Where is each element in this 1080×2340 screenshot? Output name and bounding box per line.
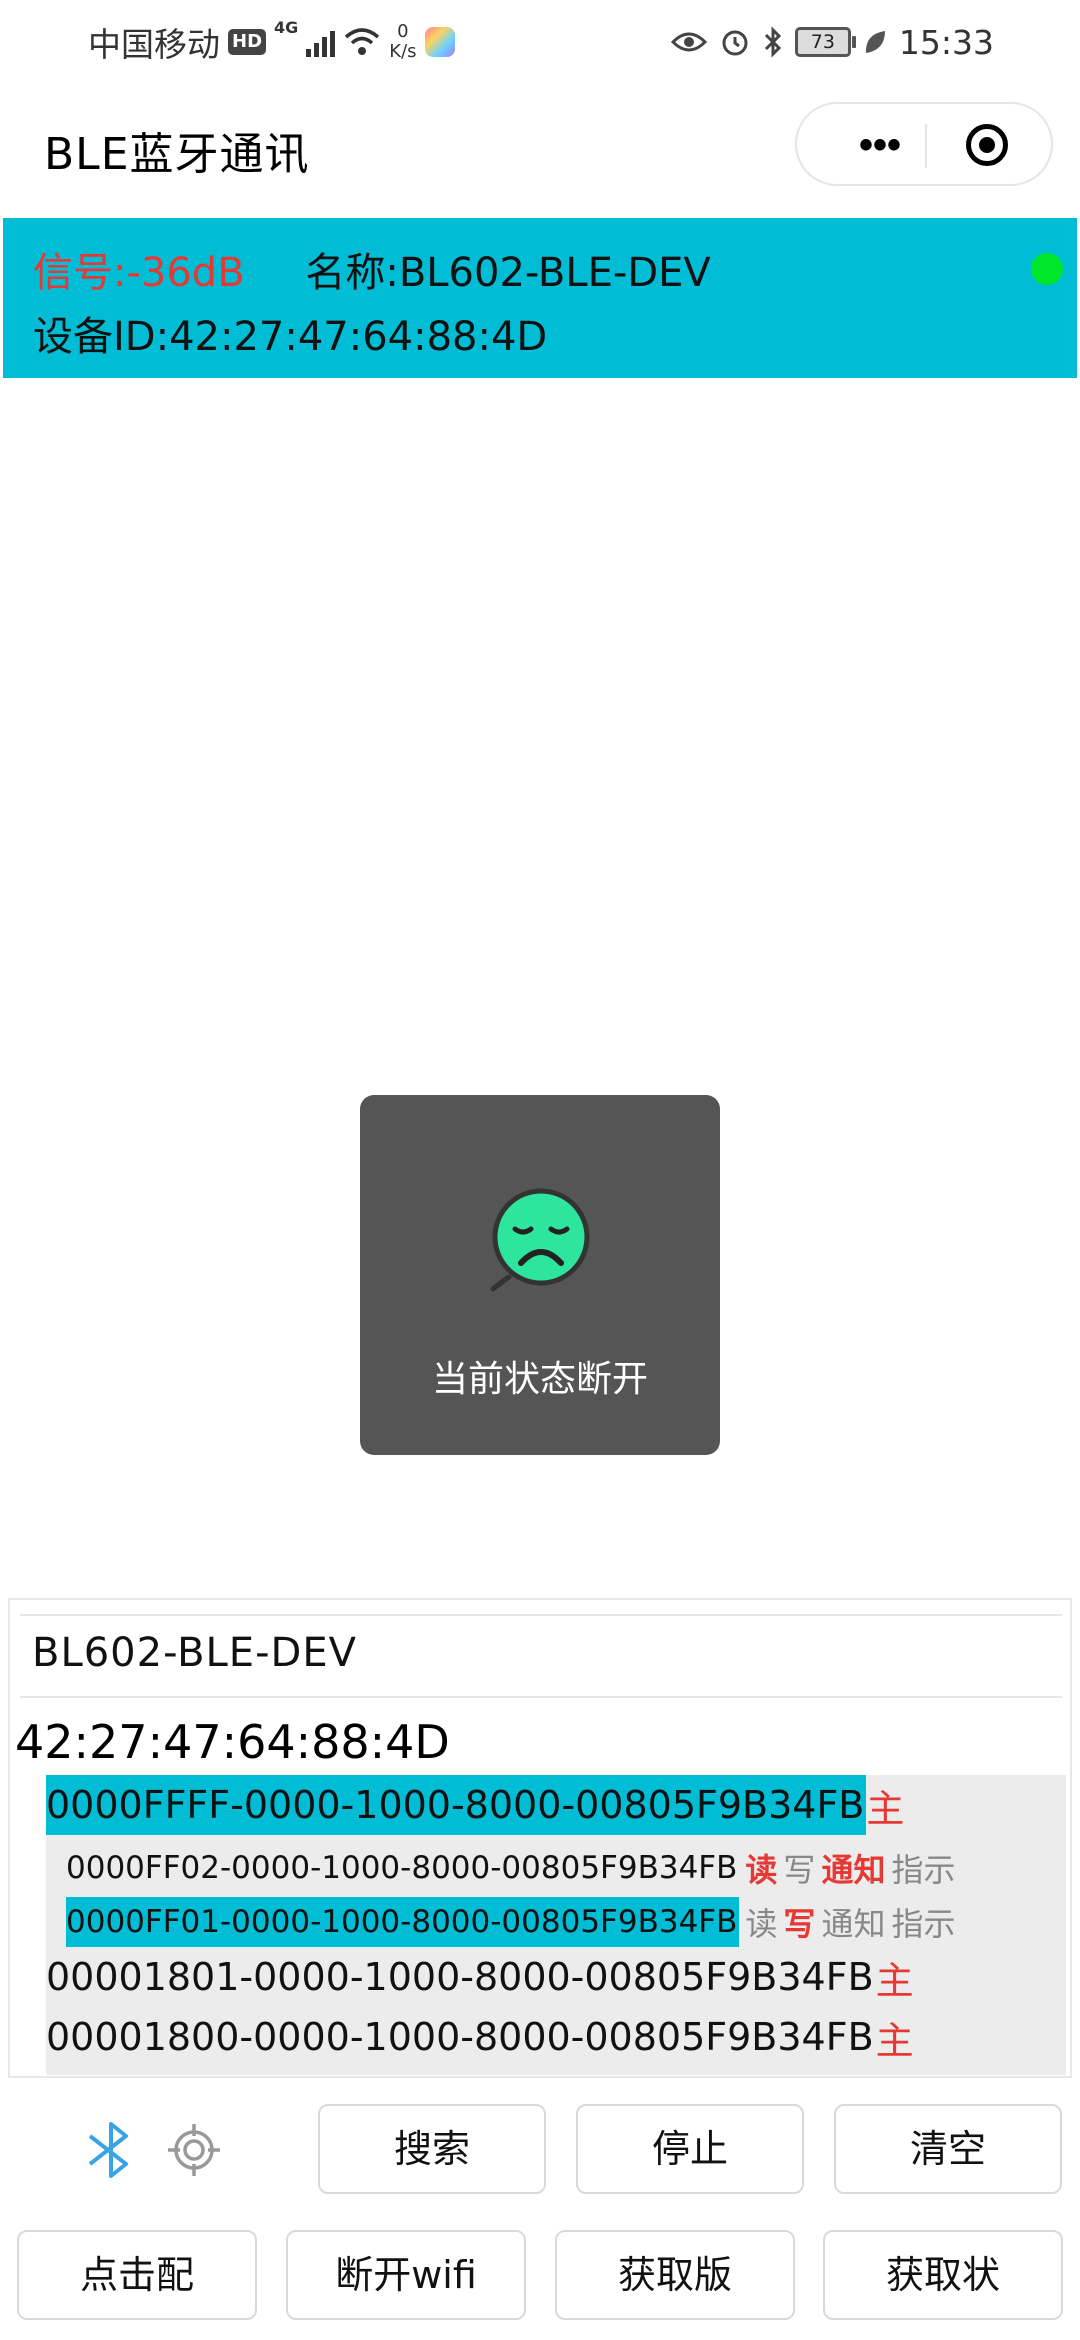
prop-notify-button[interactable]: 通知 xyxy=(821,1899,885,1945)
carrier-label: 中国移动 xyxy=(88,25,220,64)
primary-service-tag: 主 xyxy=(866,1786,905,1831)
search-button[interactable]: 搜索 xyxy=(318,2104,546,2194)
services-list: 0000FFFF-0000-1000-8000-00805F9B34FB 主 0… xyxy=(46,1775,1066,2075)
get-status-button[interactable]: 获取状 xyxy=(823,2230,1063,2320)
page-title: BLE蓝牙通讯 xyxy=(44,129,310,180)
prop-notify-button[interactable]: 通知 xyxy=(821,1845,885,1891)
hd-badge: HD xyxy=(228,29,267,55)
app-notification-icon xyxy=(424,27,455,57)
disconnect-wifi-button[interactable]: 断开wifi xyxy=(286,2230,526,2320)
alarm-icon xyxy=(722,30,748,56)
prop-read-button[interactable]: 读 xyxy=(745,1845,777,1891)
characteristic-uuid: 0000FF01-0000-1000-8000-00805F9B34FB xyxy=(66,1897,740,1947)
battery-icon: 73 xyxy=(794,27,856,57)
miniprogram-capsule: ••• xyxy=(795,102,1053,186)
navigation-bar: BLE蓝牙通讯 ••• xyxy=(0,84,1080,212)
status-toast: 当前状态断开 xyxy=(360,1095,720,1455)
service-uuid: 0000FFFF-0000-1000-8000-00805F9B34FB xyxy=(46,1775,867,1835)
sad-face-icon xyxy=(490,1188,590,1292)
prop-write-button[interactable]: 写 xyxy=(783,1845,815,1891)
primary-service-tag: 主 xyxy=(875,2018,914,2063)
connected-device-header[interactable]: 信号:-36dB 名称:BL602-BLE-DEV 设备ID:42:27:47:… xyxy=(3,218,1077,378)
prop-indicate-button[interactable]: 指示 xyxy=(891,1845,955,1891)
status-bar: 中国移动 HD 4G 0 K/s 73 15:33 xyxy=(0,0,1080,84)
device-info-line: 信号:-36dB 名称:BL602-BLE-DEV xyxy=(33,240,711,298)
pair-button[interactable]: 点击配 xyxy=(17,2230,257,2320)
get-version-button[interactable]: 获取版 xyxy=(555,2230,795,2320)
stop-button[interactable]: 停止 xyxy=(576,2104,804,2194)
service-row[interactable]: 00001800-0000-1000-8000-00805F9B34FB 主 xyxy=(46,2007,914,2067)
wifi-icon xyxy=(345,28,380,55)
service-uuid: 00001800-0000-1000-8000-00805F9B34FB xyxy=(46,2015,874,2059)
characteristic-row[interactable]: 0000FF02-0000-1000-8000-00805F9B34FB 读 写… xyxy=(66,1843,955,1893)
prop-read-button[interactable]: 读 xyxy=(745,1899,777,1945)
signal-strength-icon xyxy=(306,27,336,57)
divider xyxy=(20,1614,1062,1616)
eye-icon xyxy=(670,32,707,52)
connection-status-dot xyxy=(1031,253,1063,285)
prop-indicate-button[interactable]: 指示 xyxy=(891,1899,955,1945)
speed-unit: K/s xyxy=(389,41,417,62)
device-id-label: 设备ID:42:27:47:64:88:4D xyxy=(33,314,548,360)
device-detail-panel: BL602-BLE-DEV 42:27:47:64:88:4D 0000FFFF… xyxy=(8,1598,1072,2078)
toast-message: 当前状态断开 xyxy=(431,1359,648,1400)
service-row[interactable]: 0000FFFF-0000-1000-8000-00805F9B34FB 主 xyxy=(46,1775,904,1835)
capsule-divider xyxy=(925,124,927,168)
service-row[interactable]: 00001801-0000-1000-8000-00805F9B34FB 主 xyxy=(46,1947,914,2007)
status-right: 73 15:33 xyxy=(670,18,994,66)
locate-icon[interactable] xyxy=(166,2122,222,2178)
network-type-label: 4G xyxy=(274,18,299,37)
speed-value: 0 xyxy=(397,21,409,42)
characteristic-row[interactable]: 0000FF01-0000-1000-8000-00805F9B34FB 读 写… xyxy=(66,1897,955,1947)
close-miniprogram-button[interactable] xyxy=(966,124,1008,166)
bluetooth-status-icon xyxy=(764,26,782,58)
more-button[interactable]: ••• xyxy=(835,122,925,168)
signal-strength-label: 信号:-36dB xyxy=(33,250,245,296)
leaf-icon xyxy=(865,31,885,53)
clear-button[interactable]: 清空 xyxy=(834,2104,1062,2194)
network-speed: 0 K/s xyxy=(389,22,416,62)
panel-device-address: 42:27:47:64:88:4D xyxy=(15,1715,450,1769)
prop-write-button[interactable]: 写 xyxy=(783,1899,815,1945)
clock: 15:33 xyxy=(898,22,994,62)
panel-device-name: BL602-BLE-DEV xyxy=(32,1630,357,1676)
device-name-label: 名称:BL602-BLE-DEV xyxy=(305,250,711,296)
divider xyxy=(20,1696,1062,1698)
characteristic-uuid: 0000FF02-0000-1000-8000-00805F9B34FB xyxy=(66,1850,738,1886)
service-uuid: 00001801-0000-1000-8000-00805F9B34FB xyxy=(46,1955,874,1999)
primary-service-tag: 主 xyxy=(875,1958,914,2003)
bluetooth-icon[interactable] xyxy=(82,2120,140,2180)
status-left: 中国移动 HD 4G 0 K/s xyxy=(88,18,455,66)
